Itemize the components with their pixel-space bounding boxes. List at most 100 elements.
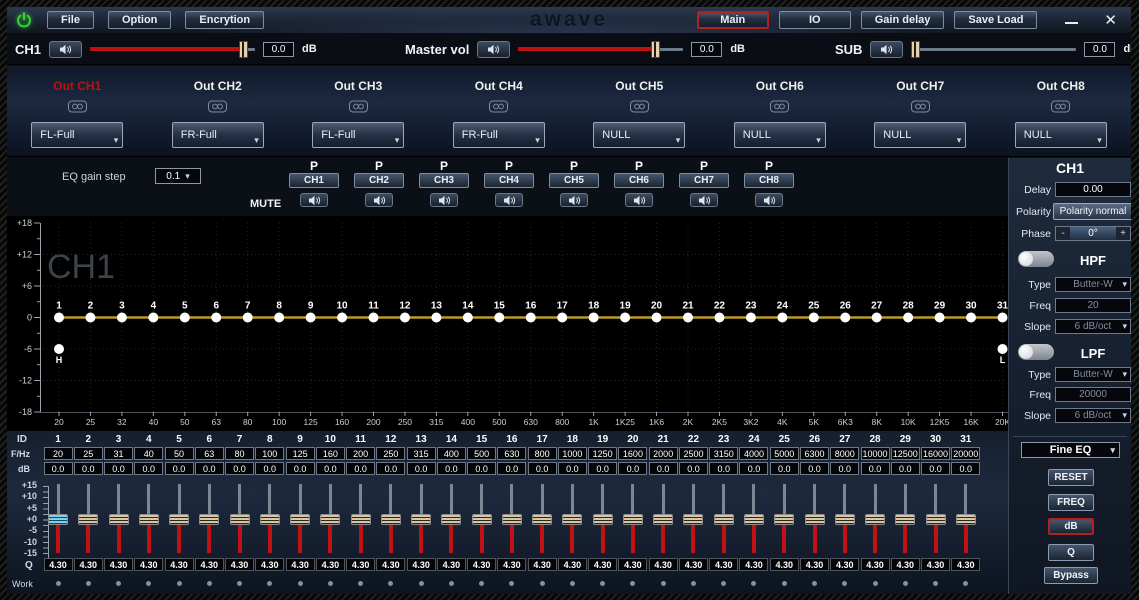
band-slider-handle-17[interactable] <box>532 514 552 525</box>
band-slider-handle-21[interactable] <box>653 514 673 525</box>
band-freq-field-26[interactable]: 6300 <box>800 447 829 460</box>
band-freq-field-19[interactable]: 1250 <box>588 447 617 460</box>
link-icon[interactable] <box>208 100 227 113</box>
band-slider-handle-24[interactable] <box>744 514 764 525</box>
band-slider-handle-30[interactable] <box>926 514 946 525</box>
link-icon[interactable] <box>68 100 87 113</box>
out-channel-label[interactable]: Out CH4 <box>475 79 523 93</box>
band-db-field-21[interactable]: 0.0 <box>649 462 678 475</box>
band-db-field-30[interactable]: 0.0 <box>921 462 950 475</box>
band-db-field-29[interactable]: 0.0 <box>891 462 920 475</box>
band-db-field-18[interactable]: 0.0 <box>558 462 587 475</box>
ch1-mute-button[interactable] <box>49 41 82 58</box>
eq-band-dot-23[interactable] <box>746 313 756 323</box>
band-slider-handle-4[interactable] <box>139 514 159 525</box>
band-slider-handle-3[interactable] <box>109 514 129 525</box>
band-db-field-1[interactable]: 0.0 <box>44 462 73 475</box>
link-icon[interactable] <box>911 100 930 113</box>
band-db-field-3[interactable]: 0.0 <box>104 462 133 475</box>
eq-band-dot-7[interactable] <box>243 313 253 323</box>
eq-band-dot-28[interactable] <box>903 313 913 323</box>
band-db-field-17[interactable]: 0.0 <box>528 462 557 475</box>
lpf-type-select[interactable]: Butter-W▾ <box>1055 367 1131 382</box>
eq-band-dot-15[interactable] <box>494 313 504 323</box>
link-icon[interactable] <box>349 100 368 113</box>
band-q-field-18[interactable]: 4.30 <box>558 558 587 571</box>
output-mode-select[interactable]: NULL▾ <box>593 122 685 148</box>
band-slider-handle-5[interactable] <box>169 514 189 525</box>
band-freq-field-29[interactable]: 12500 <box>891 447 920 460</box>
channel-mute-button-ch4[interactable] <box>495 193 523 207</box>
output-mode-select[interactable]: FL-Full▾ <box>312 122 404 148</box>
channel-select-button-ch3[interactable]: CH3 <box>419 173 469 188</box>
eq-band-dot-20[interactable] <box>652 313 662 323</box>
band-slider-handle-13[interactable] <box>411 514 431 525</box>
channel-select-button-ch4[interactable]: CH4 <box>484 173 534 188</box>
eq-band-dot-13[interactable] <box>431 313 441 323</box>
link-icon[interactable] <box>489 100 508 113</box>
phase-minus-button[interactable]: - <box>1056 227 1070 240</box>
fine-eq-select[interactable]: Fine EQ▾ <box>1021 442 1120 458</box>
band-freq-field-7[interactable]: 80 <box>225 447 254 460</box>
band-q-field-29[interactable]: 4.30 <box>891 558 920 571</box>
band-db-field-19[interactable]: 0.0 <box>588 462 617 475</box>
band-slider-handle-22[interactable] <box>683 514 703 525</box>
band-freq-field-25[interactable]: 5000 <box>770 447 799 460</box>
band-freq-field-20[interactable]: 1600 <box>618 447 647 460</box>
sub-volume-value[interactable]: 0.0 <box>1084 42 1115 57</box>
band-slider-handle-23[interactable] <box>714 514 734 525</box>
band-freq-field-17[interactable]: 800 <box>528 447 557 460</box>
band-slider-handle-2[interactable] <box>78 514 98 525</box>
eq-band-dot-14[interactable] <box>463 313 473 323</box>
band-db-field-28[interactable]: 0.0 <box>861 462 890 475</box>
eq-band-dot-5[interactable] <box>180 313 190 323</box>
h-crossover-marker[interactable] <box>54 344 64 354</box>
band-freq-field-3[interactable]: 31 <box>104 447 133 460</box>
phase-plus-button[interactable]: + <box>1116 227 1130 240</box>
out-channel-label[interactable]: Out CH5 <box>615 79 663 93</box>
band-freq-field-13[interactable]: 315 <box>407 447 436 460</box>
volume-slider-handle[interactable] <box>651 41 660 58</box>
band-db-field-31[interactable]: 0.0 <box>951 462 980 475</box>
lpf-toggle[interactable] <box>1018 344 1054 360</box>
band-db-field-5[interactable]: 0.0 <box>165 462 194 475</box>
band-freq-field-10[interactable]: 160 <box>316 447 345 460</box>
link-icon[interactable] <box>630 100 649 113</box>
band-db-field-26[interactable]: 0.0 <box>800 462 829 475</box>
delay-value-field[interactable]: 0.00 <box>1055 182 1131 197</box>
channel-mute-button-ch3[interactable] <box>430 193 458 207</box>
eq-band-dot-16[interactable] <box>526 313 536 323</box>
link-icon[interactable] <box>770 100 789 113</box>
link-icon[interactable] <box>1051 100 1070 113</box>
lpf-slope-select[interactable]: 6 dB/oct▾ <box>1055 408 1131 423</box>
eq-band-dot-9[interactable] <box>306 313 316 323</box>
band-slider-handle-29[interactable] <box>895 514 915 525</box>
eq-band-dot-26[interactable] <box>840 313 850 323</box>
band-db-field-6[interactable]: 0.0 <box>195 462 224 475</box>
band-q-field-8[interactable]: 4.30 <box>255 558 284 571</box>
output-mode-select[interactable]: FR-Full▾ <box>172 122 264 148</box>
band-slider-handle-27[interactable] <box>835 514 855 525</box>
band-freq-field-30[interactable]: 16000 <box>921 447 950 460</box>
eq-band-dot-19[interactable] <box>620 313 630 323</box>
band-db-field-20[interactable]: 0.0 <box>618 462 647 475</box>
band-freq-field-11[interactable]: 200 <box>346 447 375 460</box>
channel-select-button-ch7[interactable]: CH7 <box>679 173 729 188</box>
eq-gain-step-select[interactable]: 0.1 ▾ <box>155 168 201 184</box>
band-db-field-12[interactable]: 0.0 <box>376 462 405 475</box>
band-freq-field-1[interactable]: 20 <box>44 447 73 460</box>
ch1-volume-slider[interactable] <box>90 48 255 51</box>
output-mode-select[interactable]: FL-Full▾ <box>31 122 123 148</box>
eq-band-dot-3[interactable] <box>117 313 127 323</box>
band-freq-field-15[interactable]: 500 <box>467 447 496 460</box>
band-db-field-15[interactable]: 0.0 <box>467 462 496 475</box>
eq-band-dot-17[interactable] <box>557 313 567 323</box>
band-q-field-20[interactable]: 4.30 <box>618 558 647 571</box>
out-channel-label[interactable]: Out CH8 <box>1037 79 1085 93</box>
band-q-field-14[interactable]: 4.30 <box>437 558 466 571</box>
band-db-field-27[interactable]: 0.0 <box>830 462 859 475</box>
band-slider-handle-28[interactable] <box>865 514 885 525</box>
out-channel-label[interactable]: Out CH2 <box>194 79 242 93</box>
band-slider-handle-20[interactable] <box>623 514 643 525</box>
band-slider-handle-8[interactable] <box>260 514 280 525</box>
